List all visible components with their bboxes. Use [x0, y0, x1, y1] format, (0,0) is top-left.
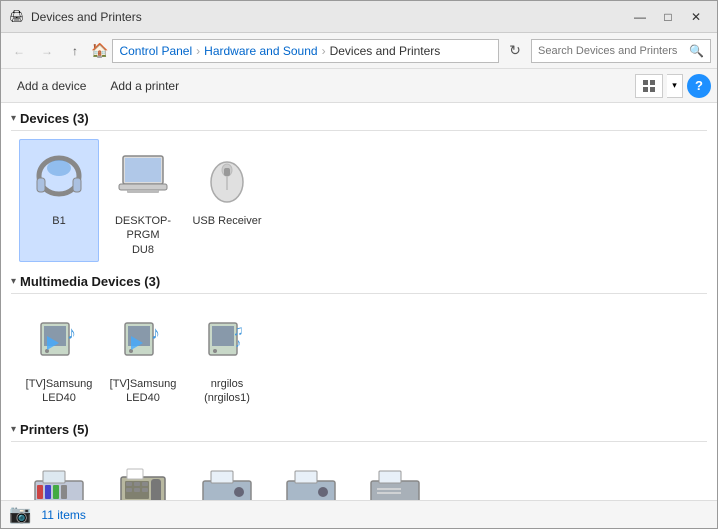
multimedia-icon-tv2: ♪	[111, 309, 175, 373]
view-grid-icon	[642, 79, 656, 93]
section-printers-chevron[interactable]: ▾	[11, 424, 16, 435]
window-title: Devices and Printers	[31, 10, 142, 24]
multimedia-icon-tv1: ♪	[27, 309, 91, 373]
help-button[interactable]: ?	[687, 74, 711, 98]
device-icon-usb	[195, 146, 259, 210]
tv2-svg: ♪	[113, 311, 173, 371]
laptop-svg	[113, 148, 173, 208]
section-devices-title: Devices (3)	[20, 111, 89, 126]
status-bar: 📷 11 items	[1, 500, 717, 528]
printer-item-fax[interactable]: Fax	[103, 450, 183, 500]
title-bar: 🖨 Devices and Printers — □ ✕	[1, 1, 717, 33]
device-icon-desktop	[111, 146, 175, 210]
epson-svg	[29, 459, 89, 500]
printer-item-pdf[interactable]: Microsoft Print toPDF	[187, 450, 267, 500]
toolbar-right: ▾ ?	[635, 74, 711, 98]
printer-item-onenote[interactable]: Send To OneNote2010	[355, 450, 435, 500]
title-controls: — □ ✕	[627, 7, 709, 27]
svg-text:♪: ♪	[151, 323, 160, 343]
svg-text:♪: ♪	[235, 336, 241, 350]
breadcrumb[interactable]: Control Panel › Hardware and Sound › Dev…	[112, 39, 499, 63]
status-item-count: 11 items	[41, 508, 85, 522]
view-dropdown-button[interactable]: ▾	[667, 74, 683, 98]
nrgilos-svg: ♫ ♪	[197, 311, 257, 371]
device-item-desktop[interactable]: DESKTOP-PRGMDU8	[103, 139, 183, 262]
search-icon: 🔍	[689, 44, 704, 58]
multimedia-item-tv1[interactable]: ♪ [TV]SamsungLED40	[19, 302, 99, 411]
multimedia-item-nrgilos[interactable]: ♫ ♪ nrgilos (nrgilos1)	[187, 302, 267, 411]
tv1-svg: ♪	[29, 311, 89, 371]
printer-icon-onenote	[363, 457, 427, 500]
breadcrumb-sep-2: ›	[322, 44, 326, 58]
printer-icon-fax	[111, 457, 175, 500]
main-window: 🖨 Devices and Printers — □ ✕ ← → ↑ 🏠 Con…	[0, 0, 718, 529]
breadcrumb-path: Control Panel › Hardware and Sound › Dev…	[119, 44, 440, 58]
printer-item-epson[interactable]: EPSON L210Series	[19, 450, 99, 500]
devices-grid: B1 DESKTOP-PRGMDU8	[11, 139, 707, 262]
device-icon-b1	[27, 146, 91, 210]
window-icon: 🖨	[9, 9, 25, 25]
printer-icon-pdf	[195, 457, 259, 500]
section-multimedia-title: Multimedia Devices (3)	[20, 274, 160, 289]
forward-button[interactable]: →	[35, 39, 59, 63]
breadcrumb-current: Devices and Printers	[330, 44, 441, 58]
device-item-usb[interactable]: USB Receiver	[187, 139, 267, 262]
breadcrumb-hardware[interactable]: Hardware and Sound	[204, 44, 317, 58]
add-device-button[interactable]: Add a device	[7, 74, 96, 98]
section-multimedia: ▾ Multimedia Devices (3) ♪	[11, 274, 707, 411]
search-input[interactable]	[538, 45, 689, 57]
title-bar-left: 🖨 Devices and Printers	[9, 9, 142, 25]
device-name-usb: USB Receiver	[192, 214, 261, 228]
section-multimedia-header: ▾ Multimedia Devices (3)	[11, 274, 707, 294]
device-item-b1[interactable]: B1	[19, 139, 99, 262]
section-devices-header: ▾ Devices (3)	[11, 111, 707, 131]
toolbar: Add a device Add a printer ▾ ?	[1, 69, 717, 103]
breadcrumb-sep-1: ›	[196, 44, 200, 58]
back-button[interactable]: ←	[7, 39, 31, 63]
section-multimedia-chevron[interactable]: ▾	[11, 276, 16, 287]
section-printers: ▾ Printers (5)	[11, 422, 707, 500]
breadcrumb-control-panel[interactable]: Control Panel	[119, 44, 192, 58]
section-printers-header: ▾ Printers (5)	[11, 422, 707, 442]
printer-item-xps[interactable]: Microsoft XPSDocument Writer	[271, 450, 351, 500]
multimedia-name-nrgilos: nrgilos (nrgilos1)	[192, 377, 262, 406]
device-name-desktop: DESKTOP-PRGMDU8	[108, 214, 178, 257]
xps-svg	[281, 459, 341, 500]
view-mode-button[interactable]	[635, 74, 663, 98]
device-name-b1: B1	[52, 214, 65, 228]
search-box[interactable]: 🔍	[531, 39, 711, 63]
headphone-svg	[29, 148, 89, 208]
up-button[interactable]: ↑	[63, 39, 87, 63]
multimedia-name-tv2: [TV]SamsungLED40	[110, 377, 177, 406]
multimedia-grid: ♪ [TV]SamsungLED40 ♪	[11, 302, 707, 411]
multimedia-name-tv1: [TV]SamsungLED40	[26, 377, 93, 406]
shell-icon: 🏠	[91, 42, 108, 59]
printers-grid: EPSON L210Series	[11, 450, 707, 500]
onenote-svg	[365, 459, 425, 500]
printer-icon-xps	[279, 457, 343, 500]
svg-text:♪: ♪	[67, 323, 76, 343]
fax-svg	[113, 459, 173, 500]
multimedia-item-tv2[interactable]: ♪ [TV]SamsungLED40	[103, 302, 183, 411]
address-bar: ← → ↑ 🏠 Control Panel › Hardware and Sou…	[1, 33, 717, 69]
status-camera-icon: 📷	[9, 504, 31, 525]
add-printer-button[interactable]: Add a printer	[100, 74, 189, 98]
minimize-button[interactable]: —	[627, 7, 653, 27]
section-printers-title: Printers (5)	[20, 422, 89, 437]
close-button[interactable]: ✕	[683, 7, 709, 27]
toolbar-left: Add a device Add a printer	[7, 74, 189, 98]
mouse-svg	[197, 148, 257, 208]
section-devices-chevron[interactable]: ▾	[11, 113, 16, 124]
main-content: ▾ Devices (3) B1	[1, 103, 717, 500]
pdf-svg	[197, 459, 257, 500]
maximize-button[interactable]: □	[655, 7, 681, 27]
multimedia-icon-nrgilos: ♫ ♪	[195, 309, 259, 373]
printer-icon-epson	[27, 457, 91, 500]
section-devices: ▾ Devices (3) B1	[11, 111, 707, 262]
refresh-button[interactable]: ↻	[503, 39, 527, 63]
